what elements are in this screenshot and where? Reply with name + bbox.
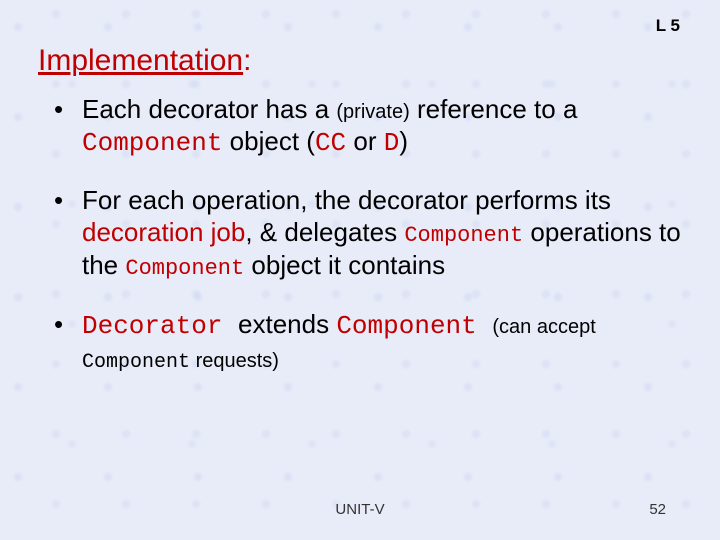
b3-component: Component xyxy=(336,311,492,341)
slide-title: Implementation: xyxy=(38,44,251,78)
b2-text: For each operation, the decorator perfor… xyxy=(82,185,611,215)
b1-private: (private) xyxy=(336,101,409,123)
b1-cc: CC xyxy=(315,128,346,158)
b3-extends: extends xyxy=(238,309,336,339)
slide-body: Each decorator has a (private) reference… xyxy=(48,94,690,401)
footer-unit: UNIT-V xyxy=(0,501,720,518)
b1-or: or xyxy=(346,126,384,156)
b2-text4: object it contains xyxy=(244,250,445,280)
bullet-1: Each decorator has a (private) reference… xyxy=(48,94,690,159)
b1-text: Each decorator has a xyxy=(82,94,336,124)
title-colon: : xyxy=(243,44,251,78)
b3-can-accept: (can accept xyxy=(492,316,595,338)
b1-close: ) xyxy=(399,126,408,156)
b1-d: D xyxy=(384,128,400,158)
b3-component-2: Component xyxy=(82,351,190,374)
b2-component-1: Component xyxy=(404,223,523,248)
bullet-3: Decorator extends Component (can accept … xyxy=(48,309,690,375)
bullet-2: For each operation, the decorator perfor… xyxy=(48,185,690,282)
lecture-label: L 5 xyxy=(656,16,680,36)
b2-decoration-job: decoration job xyxy=(82,217,245,247)
b1-text2: reference to a xyxy=(410,94,578,124)
b2-text2: , & delegates xyxy=(245,217,404,247)
b3-requests: requests) xyxy=(190,350,279,372)
title-text: Implementation xyxy=(38,44,243,77)
b2-component-2: Component xyxy=(125,256,244,281)
b3-decorator: Decorator xyxy=(82,311,238,341)
b1-text3: object ( xyxy=(222,126,315,156)
b1-component: Component xyxy=(82,128,222,158)
page-number: 52 xyxy=(649,501,666,518)
bullet-list: Each decorator has a (private) reference… xyxy=(48,94,690,375)
